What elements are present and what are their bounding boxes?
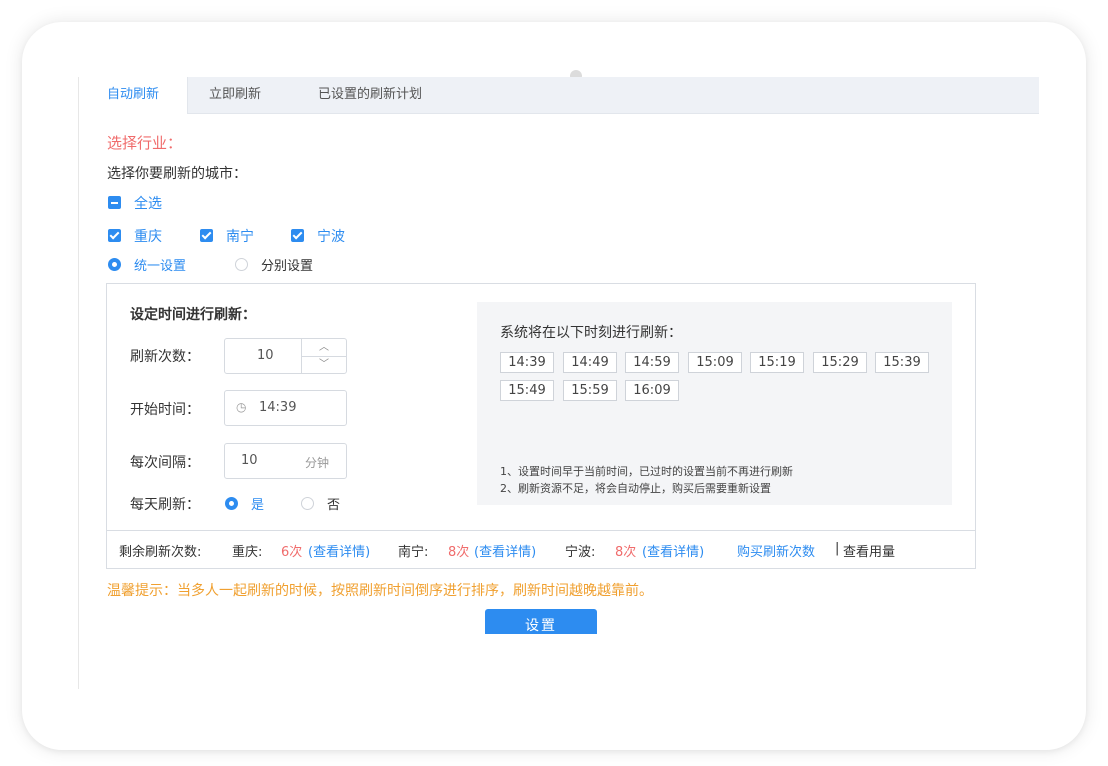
warm-tip: 温馨提示：当多人一起刷新的时候，按照刷新时间倒序进行排序，刷新时间越晚越靠前。: [107, 583, 653, 599]
interval-input[interactable]: 10 分钟: [224, 443, 347, 479]
daily-yes-label[interactable]: 是: [251, 494, 264, 513]
select-all-checkbox[interactable]: [108, 196, 121, 209]
start-time-label: 开始时间：: [130, 402, 200, 418]
city-label-nanning[interactable]: 南宁: [226, 226, 254, 246]
schedule-box: 系统将在以下时刻进行刷新： 14:39 14:49 14:59 15:09 15…: [477, 302, 952, 505]
radio-unified-label[interactable]: 统一设置: [134, 255, 186, 274]
details-link-ningbo[interactable]: (查看详情): [642, 541, 704, 560]
tab-refresh-plans[interactable]: 已设置的刷新计划: [318, 77, 422, 113]
start-time-value: 14:39: [259, 400, 297, 415]
buy-refresh-link[interactable]: 购买刷新次数: [737, 541, 815, 560]
time-chip: 14:49: [563, 352, 617, 373]
radio-unified[interactable]: [108, 258, 121, 271]
tab-bar: 自动刷新 立即刷新 已设置的刷新计划: [79, 77, 1039, 114]
remaining-city-chongqing: 重庆:: [232, 545, 263, 560]
details-link-chongqing[interactable]: (查看详情): [308, 541, 370, 560]
daily-no-label[interactable]: 否: [327, 494, 340, 513]
interval-value: 10: [241, 453, 258, 468]
stepper-controls: ︿ ﹀: [301, 339, 346, 373]
details-link-nanning[interactable]: (查看详情): [474, 541, 536, 560]
start-time-input[interactable]: ◷ 14:39: [224, 390, 347, 426]
city-label-ningbo[interactable]: 宁波: [317, 226, 345, 246]
city-checkbox-nanning[interactable]: [200, 229, 213, 242]
city-label-chongqing[interactable]: 重庆: [134, 226, 162, 246]
time-chip: 14:39: [500, 352, 554, 373]
tab-auto-refresh[interactable]: 自动刷新: [79, 77, 188, 114]
count-label: 刷新次数：: [130, 349, 200, 365]
remaining-count-chongqing: 6次: [281, 545, 303, 560]
time-chip: 15:39: [875, 352, 929, 373]
link-separator: |: [835, 541, 840, 556]
button-cover: [79, 634, 1039, 689]
industry-label: 选择行业：: [107, 134, 183, 152]
time-chip: 16:09: [625, 380, 679, 401]
schedule-note-2: 2、刷新资源不足，将会自动停止，购买后需要重新设置: [500, 482, 771, 495]
tab-instant-refresh[interactable]: 立即刷新: [209, 77, 261, 113]
clock-icon: ◷: [236, 400, 247, 414]
city-checkbox-chongqing[interactable]: [108, 229, 121, 242]
time-chip: 15:29: [813, 352, 867, 373]
increment-icon[interactable]: ︿: [302, 339, 346, 357]
remaining-count-ningbo: 8次: [615, 545, 637, 560]
radio-separate-label[interactable]: 分别设置: [261, 255, 313, 274]
daily-no-radio[interactable]: [301, 497, 314, 510]
panel-title: 设定时间进行刷新：: [130, 307, 256, 323]
time-chip: 15:59: [563, 380, 617, 401]
view-usage-link[interactable]: 查看用量: [843, 541, 895, 560]
count-value: 10: [257, 348, 274, 363]
remaining-count-nanning: 8次: [448, 545, 470, 560]
decrement-icon[interactable]: ﹀: [302, 356, 346, 373]
remaining-counts-bar: 剩余刷新次数: 重庆: 6次 (查看详情) 南宁: 8次 (查看详情) 宁波: …: [107, 530, 975, 569]
refresh-settings-panel: 设定时间进行刷新： 刷新次数： 10 ︿ ﹀ 开始时间： ◷ 14:39 每次间…: [106, 283, 976, 569]
daily-label: 每天刷新：: [130, 497, 200, 513]
daily-yes-radio[interactable]: [225, 497, 238, 510]
screen: 自动刷新 立即刷新 已设置的刷新计划 选择行业： 选择你要刷新的城市： 全选 重…: [78, 77, 1039, 689]
count-stepper[interactable]: 10 ︿ ﹀: [224, 338, 347, 374]
time-chip: 15:49: [500, 380, 554, 401]
remaining-city-ningbo: 宁波:: [565, 545, 596, 560]
select-all-label[interactable]: 全选: [134, 193, 162, 213]
city-checkbox-ningbo[interactable]: [291, 229, 304, 242]
schedule-note-1: 1、设置时间早于当前时间，已过时的设置当前不再进行刷新: [500, 465, 793, 478]
remaining-city-nanning: 南宁:: [398, 545, 429, 560]
remaining-label: 剩余刷新次数:: [119, 545, 202, 560]
time-chip: 15:09: [688, 352, 742, 373]
time-chip: 14:59: [625, 352, 679, 373]
schedule-title: 系统将在以下时刻进行刷新：: [500, 325, 682, 341]
city-prompt: 选择你要刷新的城市：: [107, 166, 247, 182]
time-chip: 15:19: [750, 352, 804, 373]
radio-separate[interactable]: [235, 258, 248, 271]
interval-unit: 分钟: [305, 456, 330, 470]
interval-label: 每次间隔：: [130, 455, 200, 471]
